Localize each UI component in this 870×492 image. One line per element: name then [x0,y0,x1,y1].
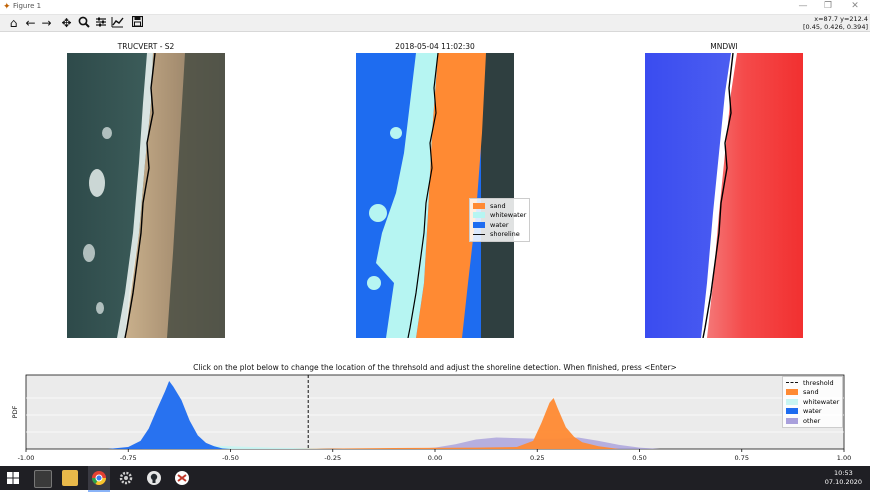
threshold-histogram[interactable]: -1.00 -0.75 -0.50 -0.25 0.00 0.25 0.50 0.75 1.00… [0,372,870,464]
legend-item-whitewater: whitewater [786,397,839,407]
legend-item-whitewater: whitewater [473,211,526,221]
maximize-icon[interactable]: ❐ [821,1,835,11]
subplots-config-icon[interactable] [93,16,108,30]
settings-gear-icon[interactable] [118,470,134,486]
legend-label: threshold [803,378,834,387]
rgb-panel-title: TRUCVERT - S2 [117,42,175,51]
matplotlib-icon: ✦ [3,2,11,12]
histogram-legend: threshold sand whitewater water other [782,376,844,428]
x-tick-label: 0.75 [735,454,749,462]
legend-item-water: water [473,220,526,230]
threshold-swatch [786,382,798,384]
cursor-pixel-value: [0.45, 0.426, 0.394] [802,23,868,31]
cursor-xy: x=87.7 y=212.4 [814,15,868,23]
x-tick-label: -1.00 [18,454,35,462]
edit-axis-icon[interactable] [110,16,125,30]
figure-canvas[interactable]: TRUCVERT - S2 2018-05-04 11:02:30 MNDWI [0,32,870,462]
x-tick-label: 0.00 [428,454,442,462]
legend-item-shoreline: shoreline [473,230,526,240]
x-tick-label: -0.50 [222,454,239,462]
rgb-satellite-image[interactable] [67,53,225,338]
x-tick-label: 1.00 [837,454,851,462]
file-explorer-icon[interactable] [62,470,78,486]
classified-panel-title: 2018-05-04 11:02:30 [395,42,475,51]
window-titlebar: ✦ Figure 1 — ❐ ✕ [0,0,870,15]
terminal-icon[interactable] [34,470,52,488]
mndwi-image[interactable] [645,53,803,338]
legend-item-sand: sand [786,388,839,398]
legend-label: shoreline [490,230,520,239]
water-swatch [473,221,485,228]
chrome-taskbar-slot[interactable] [88,466,110,492]
legend-label: sand [490,201,506,210]
legend-item-threshold: threshold [786,378,839,388]
clock-date: 07.10.2020 [824,478,862,486]
mndwi-panel-title: MNDWI [710,42,738,51]
legend-label: whitewater [490,211,527,220]
x-tick-label: -0.25 [324,454,341,462]
classified-image[interactable] [356,53,514,338]
github-icon[interactable] [146,470,162,486]
save-icon[interactable] [130,15,145,30]
legend-label: sand [803,388,819,397]
water-swatch [786,408,798,415]
windows-taskbar: 10:53 07.10.2020 [0,466,870,492]
x-axis-ticks: -1.00 -0.75 -0.50 -0.25 0.00 0.25 0.50 0.75 1.00 [18,449,851,462]
zoom-icon[interactable] [76,16,91,30]
windows-start-icon[interactable] [6,470,22,486]
other-swatch [786,417,798,424]
histogram-instructions: Click on the plot below to change the lo… [193,363,677,372]
x-tick-label: -0.75 [120,454,137,462]
legend-item-water: water [786,407,839,417]
clock-time: 10:53 [834,469,853,477]
system-clock[interactable]: 10:53 07.10.2020 [825,469,862,487]
home-icon[interactable]: ⌂ [6,16,21,30]
legend-label: water [803,407,822,416]
classification-legend: sand whitewater water shoreline [469,198,531,242]
y-axis-label: PDF [11,405,19,418]
chrome-icon [92,471,106,485]
python-app-icon[interactable] [174,470,190,486]
close-icon[interactable]: ✕ [848,1,862,11]
navigation-toolbar: ⌂ ← → ✥ x=87.7 y=212.4 [0.45, 0.426, 0.3… [0,15,870,32]
pan-icon[interactable]: ✥ [59,16,74,30]
x-tick-label: 0.25 [530,454,544,462]
whitewater-swatch [473,212,485,219]
whitewater-swatch [786,398,798,405]
legend-item-other: other [786,416,839,426]
sand-swatch [786,389,798,396]
x-tick-label: 0.50 [632,454,646,462]
shoreline-swatch [473,233,485,235]
window-title: Figure 1 [13,2,42,10]
cursor-coordinates: x=87.7 y=212.4 [0.45, 0.426, 0.394] [803,15,868,31]
sand-swatch [473,202,485,209]
legend-item-sand: sand [473,201,526,211]
forward-arrow-icon[interactable]: → [39,16,54,30]
legend-label: whitewater [803,397,840,406]
back-arrow-icon[interactable]: ← [23,16,38,30]
legend-label: water [490,220,509,229]
legend-label: other [803,416,821,425]
minimize-icon[interactable]: — [796,1,810,11]
